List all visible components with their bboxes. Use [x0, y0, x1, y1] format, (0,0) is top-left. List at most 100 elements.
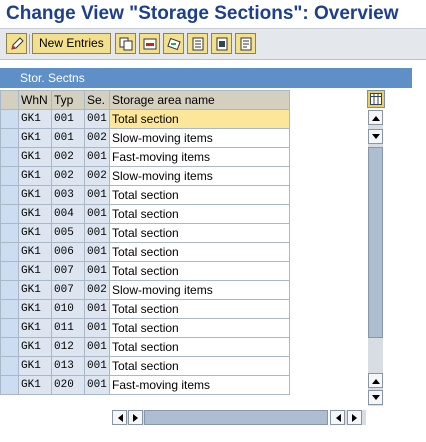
undo-button[interactable] — [163, 33, 184, 54]
cell-storage-area-name[interactable]: Total section — [109, 109, 290, 129]
column-header-se[interactable]: Se. — [84, 90, 110, 110]
cell-storage-area-name[interactable]: Total section — [109, 204, 290, 224]
table-row: GK1 013 001 Total section — [0, 356, 290, 376]
column-header-typ[interactable]: Typ — [51, 90, 85, 110]
cell-whn: GK1 — [18, 109, 52, 129]
row-selector[interactable] — [0, 223, 19, 243]
cell-storage-area-name[interactable]: Total section — [109, 318, 290, 338]
cell-typ: 001 — [51, 109, 85, 129]
edit-button[interactable] — [6, 33, 27, 54]
row-selector[interactable] — [0, 109, 19, 129]
scroll-right-button[interactable] — [128, 410, 143, 425]
row-selector[interactable] — [0, 204, 19, 224]
horizontal-scrollbar-right-pane[interactable] — [330, 410, 366, 425]
cell-storage-area-name[interactable]: Slow-moving items — [109, 280, 290, 300]
arrow-right-icon — [132, 413, 138, 422]
cell-typ: 004 — [51, 204, 85, 224]
cell-storage-area-name[interactable]: Total section — [109, 356, 290, 376]
cell-storage-area-name[interactable]: Slow-moving items — [109, 166, 290, 186]
cell-whn: GK1 — [18, 261, 52, 281]
row-selector[interactable] — [0, 299, 19, 319]
cell-storage-area-name[interactable]: Slow-moving items — [109, 128, 290, 148]
cell-typ: 010 — [51, 299, 85, 319]
cell-whn: GK1 — [18, 223, 52, 243]
select-all-icon — [192, 37, 203, 50]
toolbar-separator — [29, 34, 30, 54]
scroll-left-button[interactable] — [112, 410, 127, 425]
scroll-up-small-button[interactable] — [368, 129, 383, 144]
cell-typ: 001 — [51, 128, 85, 148]
row-selector[interactable] — [0, 242, 19, 262]
cell-storage-area-name[interactable]: Total section — [109, 261, 290, 281]
table-row: GK1 003 001 Total section — [0, 185, 290, 205]
cell-storage-area-name[interactable]: Total section — [109, 299, 290, 319]
cell-whn: GK1 — [18, 147, 52, 167]
cell-se: 001 — [84, 204, 110, 224]
delete-button[interactable] — [139, 33, 160, 54]
cell-whn: GK1 — [18, 280, 52, 300]
cell-whn: GK1 — [18, 185, 52, 205]
cell-se: 002 — [84, 166, 110, 186]
row-selector[interactable] — [0, 185, 19, 205]
copy-button[interactable] — [115, 33, 136, 54]
row-selector[interactable] — [0, 375, 19, 395]
cell-storage-area-name[interactable]: Total section — [109, 223, 290, 243]
storage-sections-table: WhN Typ Se. Storage area name GK1 001 00… — [0, 90, 290, 395]
table-settings-icon — [370, 93, 382, 105]
arrow-right-icon — [351, 413, 357, 422]
cell-typ: 012 — [51, 337, 85, 357]
cell-storage-area-name[interactable]: Total section — [109, 185, 290, 205]
cell-se: 001 — [84, 261, 110, 281]
horizontal-scrollbar-left-pane[interactable] — [112, 410, 328, 425]
row-selector[interactable] — [0, 261, 19, 281]
deselect-all-button[interactable] — [235, 33, 256, 54]
cell-storage-area-name[interactable]: Fast-moving items — [109, 375, 290, 395]
vertical-scrollbar[interactable] — [368, 110, 383, 406]
row-selector[interactable] — [0, 337, 19, 357]
scroll-right-button[interactable] — [347, 410, 362, 425]
edit-icon — [10, 36, 24, 50]
scroll-up-button[interactable] — [368, 110, 383, 125]
table-row: GK1 001 002 Slow-moving items — [0, 128, 290, 148]
cell-se: 001 — [84, 223, 110, 243]
undo-icon — [166, 37, 181, 50]
arrow-left-icon — [117, 413, 123, 422]
new-entries-button[interactable]: New Entries — [32, 33, 111, 54]
cell-typ: 013 — [51, 356, 85, 376]
row-selector[interactable] — [0, 128, 19, 148]
cell-typ: 011 — [51, 318, 85, 338]
scroll-left-button[interactable] — [330, 410, 345, 425]
arrow-down-icon — [371, 133, 380, 139]
cell-se: 002 — [84, 128, 110, 148]
select-all-button[interactable] — [187, 33, 208, 54]
cell-typ: 002 — [51, 147, 85, 167]
table-row: GK1 010 001 Total section — [0, 299, 290, 319]
arrow-down-icon — [371, 394, 380, 400]
cell-whn: GK1 — [18, 356, 52, 376]
delete-icon — [143, 38, 156, 49]
vertical-scroll-thumb[interactable] — [368, 147, 383, 338]
cell-typ: 003 — [51, 185, 85, 205]
cell-storage-area-name[interactable]: Total section — [109, 242, 290, 262]
table-row: GK1 007 002 Slow-moving items — [0, 280, 290, 300]
cell-storage-area-name[interactable]: Total section — [109, 337, 290, 357]
table-title: Stor. Sectns — [0, 68, 412, 88]
table-row: GK1 005 001 Total section — [0, 223, 290, 243]
row-selector[interactable] — [0, 356, 19, 376]
table-row: GK1 004 001 Total section — [0, 204, 290, 224]
column-header-storage-area-name[interactable]: Storage area name — [109, 90, 290, 110]
row-selector[interactable] — [0, 166, 19, 186]
scroll-down-button[interactable] — [368, 390, 383, 405]
column-settings-button[interactable] — [367, 90, 385, 108]
row-selector[interactable] — [0, 147, 19, 167]
cell-storage-area-name[interactable]: Fast-moving items — [109, 147, 290, 167]
scroll-page-up-button[interactable] — [368, 373, 383, 388]
cell-se: 001 — [84, 299, 110, 319]
column-header-whn[interactable]: WhN — [18, 90, 52, 110]
select-block-button[interactable] — [211, 33, 232, 54]
row-selector[interactable] — [0, 280, 19, 300]
horizontal-scroll-thumb[interactable] — [144, 410, 328, 425]
cell-se: 001 — [84, 185, 110, 205]
row-selector[interactable] — [0, 318, 19, 338]
select-all-rows-cell[interactable] — [0, 90, 19, 110]
